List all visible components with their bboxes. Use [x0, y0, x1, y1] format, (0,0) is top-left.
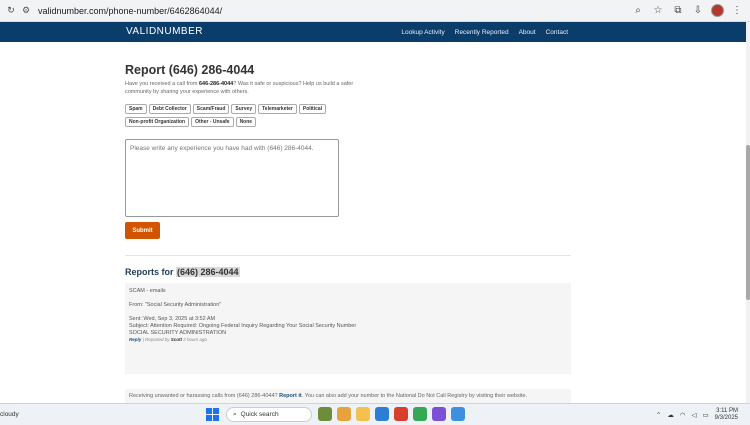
tag-political[interactable]: Political	[298, 104, 327, 114]
report-line	[129, 309, 567, 316]
taskbar-search[interactable]: ⌕ Quick search	[226, 407, 312, 422]
cloud-icon[interactable]: ☁	[667, 411, 674, 419]
chevron-up-icon[interactable]: ⌃	[656, 411, 661, 419]
tag-spam[interactable]: Spam	[125, 104, 147, 114]
report-note: Receiving unwanted or harassing calls fr…	[125, 389, 571, 403]
report-line: From: "Social Security Administration"	[129, 302, 222, 308]
browser-toolbar: ↻ ⚙ validnumber.com/phone-number/6462864…	[0, 0, 750, 22]
app-icon[interactable]	[451, 407, 465, 421]
downloads-icon[interactable]: ⇩	[691, 4, 705, 18]
zoom-icon[interactable]: ⌕	[631, 4, 645, 18]
report-it-link[interactable]: Report it	[279, 393, 302, 399]
bookmark-star-icon[interactable]: ☆	[651, 4, 665, 18]
file-explorer-icon[interactable]	[356, 407, 370, 421]
tag-non-profit[interactable]: Non-profit Organization	[125, 117, 190, 127]
extensions-icon[interactable]: ⧉	[671, 4, 685, 18]
start-button[interactable]	[206, 408, 219, 421]
weather-widget[interactable]: cloudy	[0, 411, 19, 418]
report-author: Scott	[170, 337, 182, 342]
report-line	[129, 295, 567, 302]
tag-other-unsafe[interactable]: Other - Unsafe	[191, 117, 234, 127]
reload-icon[interactable]: ↻	[4, 4, 18, 18]
report-line: Subject: Attention Required: Ongoing Fed…	[129, 323, 357, 329]
tag-scam-fraud[interactable]: Scam/Fraud	[192, 104, 230, 114]
reports-heading: Reports for (646) 286-4044	[125, 267, 240, 277]
site-nav: Lookup Activity Recently Reported About …	[401, 22, 568, 42]
nav-lookup-activity[interactable]: Lookup Activity	[401, 29, 444, 36]
submit-button[interactable]: Submit	[125, 222, 160, 239]
site-settings-icon[interactable]: ⚙	[22, 5, 34, 16]
tag-none[interactable]: None	[235, 117, 257, 127]
report-intro: Have you received a call from 646-286-40…	[125, 81, 354, 95]
menu-icon[interactable]: ⋮	[730, 4, 744, 18]
windows-taskbar: cloudy ⌕ Quick search ⌃ ☁ ◠ ◁ ▭ 3:11 PM …	[0, 403, 750, 425]
tag-debt-collector[interactable]: Debt Collector	[148, 104, 191, 114]
search-icon: ⌕	[233, 410, 237, 418]
taskbar-apps	[318, 407, 465, 421]
nav-about[interactable]: About	[519, 29, 536, 36]
edge-icon[interactable]	[375, 407, 389, 421]
system-tray: ⌃ ☁ ◠ ◁ ▭ 3:11 PM 9/3/2025	[656, 408, 738, 422]
page-scrollbar-thumb[interactable]	[746, 145, 750, 300]
app-icon[interactable]	[337, 407, 351, 421]
address-bar[interactable]: ⚙ validnumber.com/phone-number/646286404…	[22, 3, 222, 19]
report-line: Sent: Wed, Sep 3, 2025 at 3:52 AM	[129, 316, 216, 322]
report-meta: Reply | Reported by Scott 2 hours ago	[129, 337, 208, 342]
experience-textarea[interactable]	[125, 139, 339, 217]
taskbar-clock[interactable]: 3:11 PM 9/3/2025	[715, 408, 738, 422]
site-header: VALIDNUMBER Lookup Activity Recently Rep…	[0, 22, 746, 42]
app-icon[interactable]	[432, 407, 446, 421]
report-line: SCAM - emails	[129, 288, 166, 294]
report-entry: SCAM - emails From: "Social Security Adm…	[125, 283, 571, 374]
nav-recently-reported[interactable]: Recently Reported	[455, 29, 509, 36]
app-icon[interactable]	[318, 407, 332, 421]
site-logo[interactable]: VALIDNUMBER	[126, 26, 203, 37]
nav-contact[interactable]: Contact	[546, 29, 568, 36]
url-text: validnumber.com/phone-number/6462864044/	[38, 5, 223, 16]
report-line: SOCIAL SECURITY ADMINISTRATION	[129, 330, 227, 336]
wifi-icon[interactable]: ◠	[680, 411, 686, 419]
tag-survey[interactable]: Survey	[231, 104, 257, 114]
battery-icon[interactable]: ▭	[702, 411, 708, 419]
reply-link[interactable]: Reply	[129, 337, 141, 342]
volume-icon[interactable]: ◁	[691, 411, 696, 419]
app-icon[interactable]	[394, 407, 408, 421]
report-tags: Spam Debt Collector Scam/Fraud Survey Te…	[125, 104, 355, 127]
report-time: 2 hours ago	[183, 337, 208, 342]
chrome-icon[interactable]	[413, 407, 427, 421]
profile-avatar[interactable]	[711, 4, 724, 17]
tag-telemarketer[interactable]: Telemarketer	[258, 104, 297, 114]
section-divider	[125, 255, 571, 256]
report-title: Report (646) 286-4044	[125, 63, 255, 77]
